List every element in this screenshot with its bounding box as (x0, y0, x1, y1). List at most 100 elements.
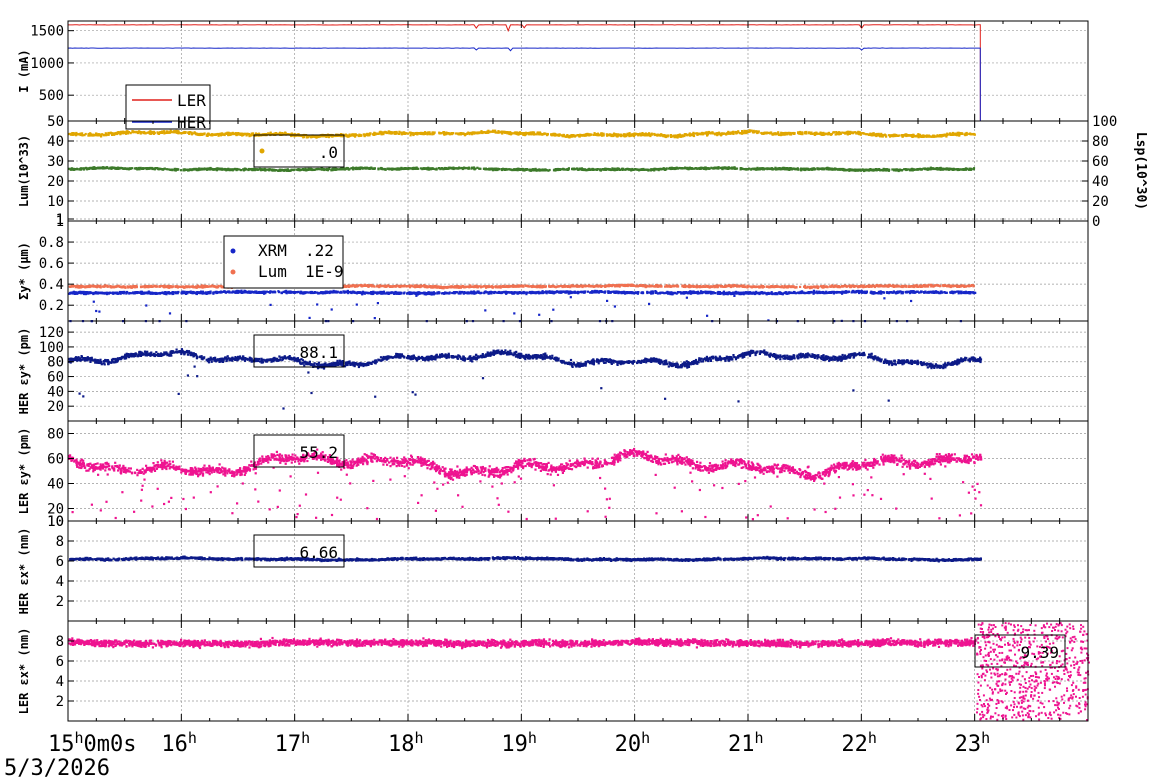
data-point (816, 168, 819, 171)
data-point (742, 132, 745, 135)
data-point (853, 131, 856, 134)
data-point (474, 167, 477, 170)
data-point (133, 131, 136, 134)
data-point (700, 167, 703, 170)
data-point (898, 134, 901, 137)
data-point (145, 167, 148, 170)
data-point (293, 168, 296, 171)
data-point (923, 135, 926, 138)
data-point (438, 167, 441, 170)
data-point (406, 132, 409, 135)
data-point (476, 166, 479, 169)
data-point (945, 168, 948, 171)
data-point (637, 134, 640, 137)
y-tick-label: 20 (47, 174, 64, 190)
data-point (724, 132, 727, 135)
data-point (341, 167, 344, 170)
data-point (855, 131, 858, 135)
data-point (890, 134, 893, 137)
data-point (84, 132, 87, 136)
data-point (237, 132, 240, 135)
data-point (650, 132, 653, 135)
data-point (93, 133, 96, 137)
panel-sigma: 0.20.40.60.81Σy* (μm) XRM .22Lum 1E-9 (17, 214, 1089, 323)
data-point (734, 167, 737, 170)
data-point (853, 168, 856, 171)
data-point (588, 133, 591, 136)
data-point (621, 168, 624, 171)
data-point (299, 169, 302, 172)
data-point (193, 167, 196, 170)
data-point (796, 168, 799, 171)
data-point (737, 131, 740, 134)
data-point (492, 285, 495, 289)
data-point (918, 133, 921, 136)
data-point (328, 167, 331, 170)
data-point (766, 131, 769, 134)
data-point (220, 132, 224, 135)
data-point (206, 133, 209, 136)
data-point (897, 169, 901, 172)
data-point (403, 167, 406, 170)
data-point (959, 132, 962, 135)
data-point (949, 167, 952, 170)
data-point (704, 167, 707, 170)
data-point (571, 167, 574, 170)
data-point (118, 167, 121, 170)
data-point (745, 131, 748, 134)
data-point (681, 135, 684, 138)
data-point (847, 130, 850, 134)
data-point (366, 166, 369, 169)
data-point (585, 133, 588, 136)
data-point (125, 131, 128, 134)
data-point (941, 168, 944, 171)
data-point (214, 133, 217, 136)
data-point (422, 133, 425, 136)
data-point (842, 168, 845, 171)
data-point (473, 131, 476, 134)
data-point (871, 169, 874, 172)
y-axis-label: I (mA) (17, 49, 31, 92)
data-point (561, 168, 564, 171)
readout: .0 (253, 134, 345, 168)
data-point (543, 132, 546, 136)
data-point (506, 132, 509, 135)
data-point (169, 168, 172, 171)
data-point (964, 134, 967, 137)
data-point (198, 167, 201, 170)
data-point (643, 168, 646, 171)
data-point (724, 166, 727, 169)
data-point (793, 167, 796, 170)
data-point (72, 132, 75, 135)
data-point (163, 132, 166, 135)
data-point (412, 133, 415, 137)
data-point (509, 131, 512, 135)
data-point (968, 168, 971, 171)
data-point (927, 134, 931, 137)
data-point (364, 133, 367, 136)
panel-frame (67, 20, 1089, 122)
right-tick-label: 80 (1092, 134, 1109, 150)
data-point (907, 134, 910, 137)
data-point (448, 133, 451, 136)
data-point (936, 284, 939, 287)
data-point (430, 167, 433, 170)
data-point (566, 168, 569, 171)
data-point (497, 131, 500, 134)
data-point (953, 133, 956, 136)
data-point (557, 168, 560, 171)
data-point (784, 132, 787, 136)
data-point (885, 169, 888, 172)
data-point (502, 167, 505, 170)
data-point (653, 133, 656, 137)
data-point (433, 131, 436, 134)
data-point (760, 167, 764, 170)
data-point (380, 132, 383, 135)
data-point (413, 284, 416, 287)
data-point (820, 167, 823, 171)
data-point (105, 166, 109, 169)
data-point (464, 166, 467, 170)
data-point (353, 134, 356, 137)
data-point (788, 168, 791, 171)
data-point (81, 134, 84, 137)
